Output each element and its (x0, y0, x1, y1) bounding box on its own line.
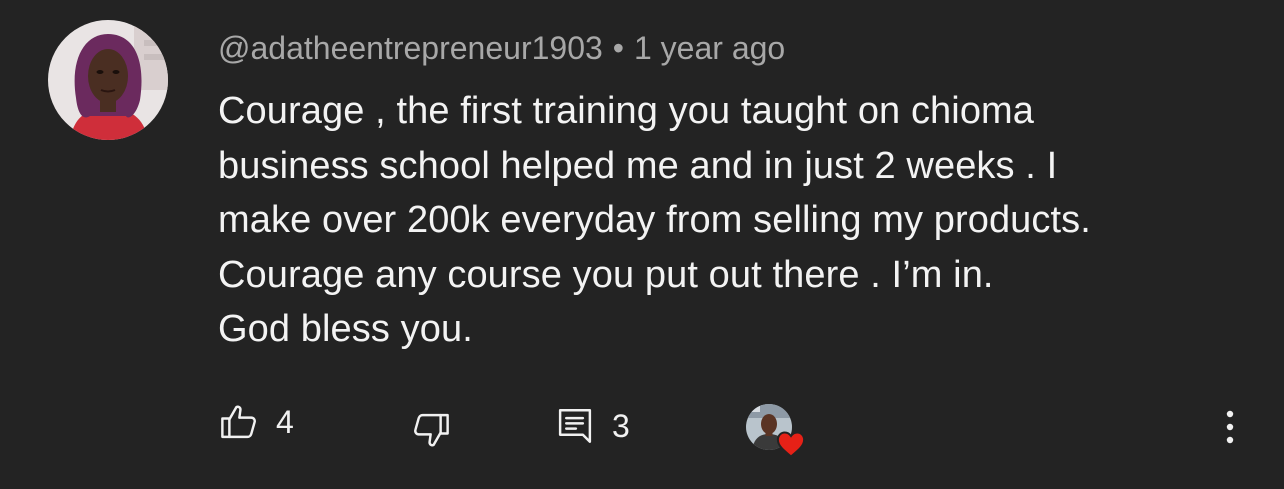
creator-heart (746, 402, 808, 460)
creator-heart-icon (776, 430, 806, 463)
comment-line: make over 200k everyday from selling my … (218, 199, 1091, 241)
comment-line: business school helped me and in just 2 … (218, 144, 1058, 187)
author-handle[interactable]: @adatheentrepreneur1903 (218, 30, 603, 66)
comment-line: Courage , the first training you taught … (218, 90, 1035, 132)
thumbs-down-icon (410, 409, 452, 451)
thumbs-up-icon (218, 401, 260, 443)
meta-separator: • (612, 30, 624, 66)
like-count: 4 (276, 403, 294, 440)
more-vertical-icon (1216, 410, 1244, 451)
dislike-button[interactable] (410, 409, 452, 451)
reply-button[interactable]: 3 (554, 405, 630, 447)
reply-icon (554, 405, 596, 447)
comment-line: God bless you. (218, 308, 473, 350)
comment-text: Courage , the first training you taught … (218, 84, 1258, 357)
commenter-avatar[interactable] (48, 20, 168, 140)
more-options-button[interactable] (1216, 407, 1244, 447)
comment-actions: 4 3 (0, 395, 1284, 459)
comment-line: Courage any course you put out there . I… (218, 253, 994, 296)
reply-count: 3 (612, 407, 630, 444)
comment-timestamp[interactable]: 1 year ago (634, 30, 785, 66)
commenter-avatar-image (48, 20, 168, 140)
comment-meta: @adatheentrepreneur1903 • 1 year ago (218, 29, 785, 67)
like-button[interactable]: 4 (218, 401, 294, 443)
